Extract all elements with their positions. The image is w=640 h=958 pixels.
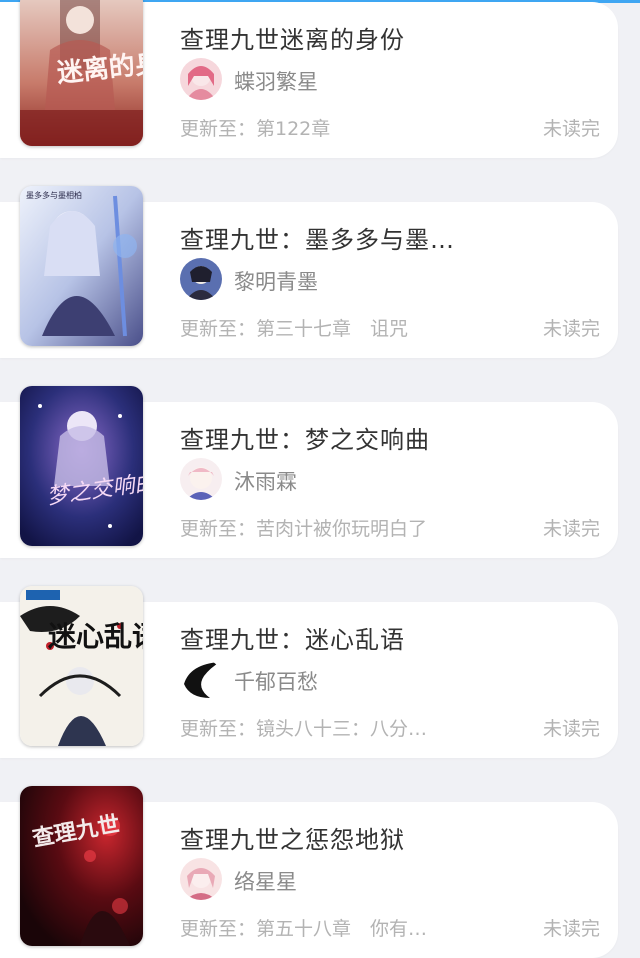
author-name: 千郁百愁 (234, 670, 318, 694)
author-avatar (180, 658, 222, 700)
read-status: 未读完 (542, 918, 600, 940)
author-name: 蝶羽繁星 (234, 70, 318, 94)
read-status: 未读完 (542, 718, 600, 740)
book-cover[interactable]: 查理九世 (20, 786, 143, 946)
cover-title-art: 迷心乱语 (48, 620, 143, 653)
book-title[interactable]: 查理九世迷离的身份 (180, 20, 405, 55)
read-status: 未读完 (542, 318, 600, 340)
author-name: 络星星 (234, 870, 297, 894)
book-cover[interactable]: 迷心乱语 (20, 586, 143, 746)
avatar-image (180, 858, 222, 900)
read-status: 未读完 (542, 518, 600, 540)
book-cover-image: 迷离的身份 (20, 0, 143, 146)
book-card[interactable]: 墨多多与墨相柏 查理九世：墨多多与墨… 黎明青墨 更新至：第三十七章 诅咒 未读… (0, 186, 618, 358)
author-name: 黎明青墨 (234, 270, 318, 294)
book-cover-image: 迷心乱语 (20, 586, 143, 746)
update-info: 更新至：第122章 (180, 118, 331, 140)
book-cover-image: 查理九世 (20, 786, 143, 946)
author-name: 沐雨霖 (234, 470, 297, 494)
update-info: 更新至：镜头八十三：八分… (180, 718, 428, 740)
book-title[interactable]: 查理九世之惩怨地狱 (180, 820, 405, 855)
author-avatar (180, 458, 222, 500)
book-title[interactable]: 查理九世：梦之交响曲 (180, 420, 430, 455)
avatar-image (180, 58, 222, 100)
book-title[interactable]: 查理九世：迷心乱语 (180, 620, 405, 655)
book-cover[interactable]: 迷离的身份 (20, 0, 143, 146)
read-status: 未读完 (542, 118, 600, 140)
author-avatar (180, 858, 222, 900)
book-card[interactable]: 迷心乱语 查理九世：迷心乱语 千郁百愁 更新至：镜头八十三：八分… 未读完 (0, 586, 618, 758)
book-cover[interactable]: 梦之交响曲 (20, 386, 143, 546)
book-card[interactable]: 迷离的身份 查理九世迷离的身份 蝶羽繁星 更新至：第122章 未读完 (0, 0, 618, 158)
avatar-image (180, 658, 222, 700)
book-card[interactable]: 梦之交响曲 查理九世：梦之交响曲 沐雨霖 更新至：苦肉计被你玩明白了 未读完 (0, 386, 618, 558)
author-avatar (180, 258, 222, 300)
author-avatar (180, 58, 222, 100)
book-cover-image: 梦之交响曲 (20, 386, 143, 546)
book-cover-image: 墨多多与墨相柏 (20, 186, 143, 346)
avatar-image (180, 258, 222, 300)
avatar-image (180, 458, 222, 500)
update-info: 更新至：第五十八章 你有… (180, 918, 428, 940)
cover-title-art: 墨多多与墨相柏 (26, 190, 82, 200)
book-card[interactable]: 查理九世 查理九世之惩怨地狱 络星星 更新至：第五十八章 你有… 未读完 (0, 786, 618, 958)
book-title[interactable]: 查理九世：墨多多与墨… (180, 220, 455, 255)
update-info: 更新至：第三十七章 诅咒 (180, 318, 409, 340)
update-info: 更新至：苦肉计被你玩明白了 (180, 518, 428, 540)
book-cover[interactable]: 墨多多与墨相柏 (20, 186, 143, 346)
